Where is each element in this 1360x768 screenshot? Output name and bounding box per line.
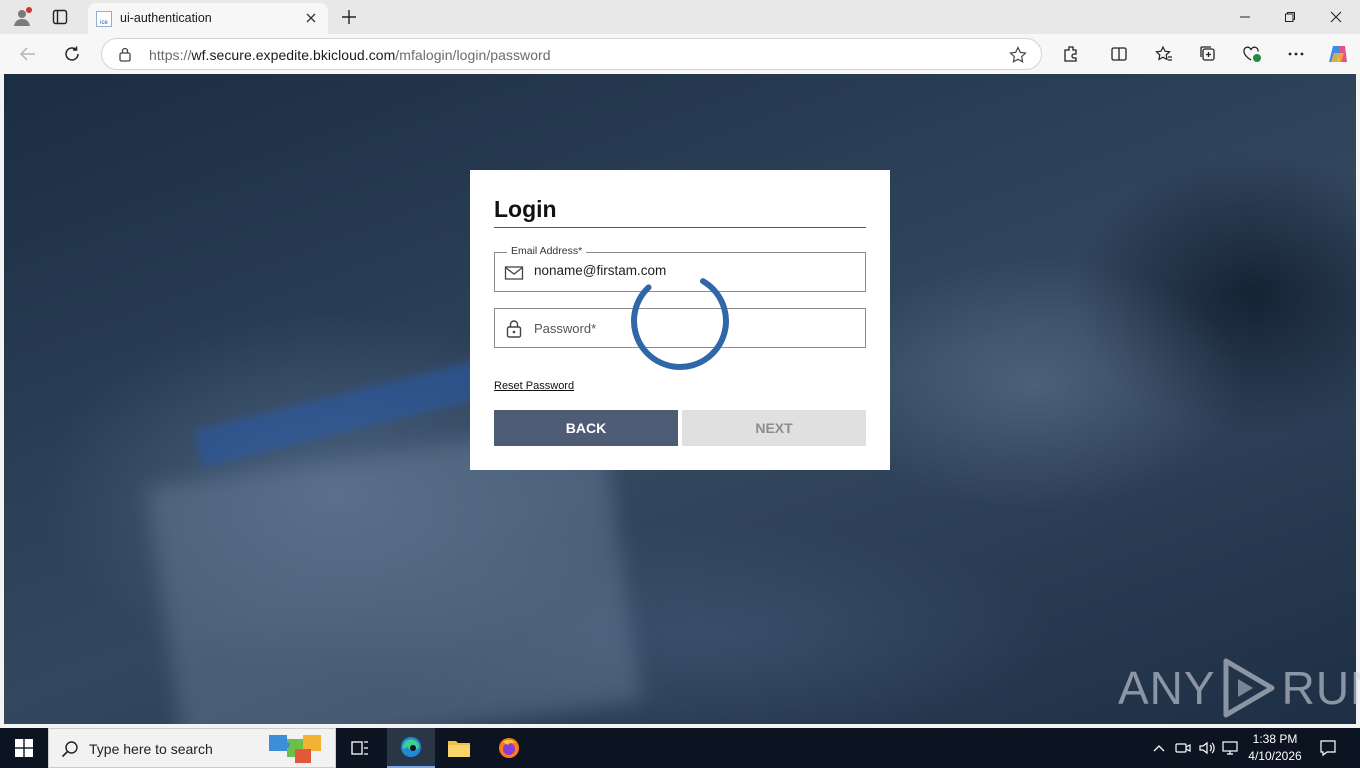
file-explorer-icon[interactable] <box>435 728 483 768</box>
more-options-icon[interactable] <box>1282 40 1310 68</box>
watermark-right-text: RUN <box>1281 662 1360 714</box>
address-bar[interactable]: https://wf.secure.expedite.bkicloud.com/… <box>101 38 1042 70</box>
new-tab-icon[interactable] <box>335 3 363 31</box>
volume-icon[interactable] <box>1197 728 1217 768</box>
edge-browser-icon[interactable] <box>387 728 435 768</box>
taskbar-search-box[interactable]: Type here to search <box>48 728 336 768</box>
favorites-icon[interactable] <box>1150 40 1178 68</box>
browser-essentials-icon[interactable] <box>1238 40 1266 68</box>
clock-time: 1:38 PM <box>1252 732 1298 746</box>
extensions-icon[interactable] <box>1057 40 1085 68</box>
search-icon <box>61 740 79 763</box>
site-favicon-icon: ice <box>96 11 112 27</box>
next-button[interactable]: NEXT <box>682 410 866 446</box>
clock-date: 4/10/2026 <box>1248 749 1302 763</box>
split-screen-icon[interactable] <box>1105 40 1133 68</box>
reset-password-link[interactable]: Reset Password <box>494 380 574 392</box>
taskbar-clock[interactable]: 1:38 PM 4/10/2026 <box>1240 731 1310 765</box>
close-tab-icon[interactable] <box>302 9 320 27</box>
email-field-label: Email Address* <box>507 245 587 257</box>
minimize-icon[interactable] <box>1223 2 1267 32</box>
meet-now-icon[interactable] <box>1174 728 1192 768</box>
loading-spinner-icon <box>629 270 731 372</box>
restore-icon[interactable] <box>1268 2 1312 32</box>
login-title: Login <box>494 196 557 222</box>
password-placeholder: Password* <box>534 321 597 336</box>
search-placeholder: Type here to search <box>89 741 213 757</box>
tab-actions-icon[interactable] <box>46 3 74 31</box>
start-button[interactable] <box>0 728 48 768</box>
favorite-star-icon[interactable] <box>1009 46 1027 69</box>
network-icon[interactable] <box>1220 728 1240 768</box>
notifications-icon[interactable] <box>1316 728 1340 768</box>
copilot-icon[interactable] <box>1324 40 1352 68</box>
back-arrow-icon[interactable] <box>14 40 42 68</box>
tab-title: ui-authentication <box>120 11 212 25</box>
browser-toolbar: https://wf.secure.expedite.bkicloud.com/… <box>0 34 1360 74</box>
browser-tab[interactable]: ice ui-authentication <box>88 3 328 34</box>
windows-taskbar: Type here to search 1:38 PM 4/10/2026 <box>0 728 1360 768</box>
windows-logo-icon <box>15 739 33 757</box>
search-highlight-puzzle-icon <box>267 731 329 768</box>
url-text[interactable]: https://wf.secure.expedite.bkicloud.com/… <box>149 47 551 63</box>
mail-icon <box>504 263 524 283</box>
back-button[interactable]: BACK <box>494 410 678 446</box>
watermark-left-text: ANY <box>1118 662 1216 714</box>
show-hidden-icons-icon[interactable] <box>1150 728 1168 768</box>
refresh-icon[interactable] <box>58 40 86 68</box>
title-divider <box>494 227 866 228</box>
task-view-icon[interactable] <box>336 728 384 768</box>
collections-icon[interactable] <box>1194 40 1222 68</box>
lock-icon[interactable] <box>118 47 132 67</box>
lock-icon <box>504 319 524 339</box>
firefox-icon[interactable] <box>485 728 533 768</box>
close-window-icon[interactable] <box>1314 2 1358 32</box>
anyrun-watermark: ANY RUN <box>1118 656 1360 720</box>
play-logo-icon <box>1223 658 1275 718</box>
profile-icon[interactable] <box>8 3 36 31</box>
browser-tab-bar: ice ui-authentication <box>0 0 1360 34</box>
